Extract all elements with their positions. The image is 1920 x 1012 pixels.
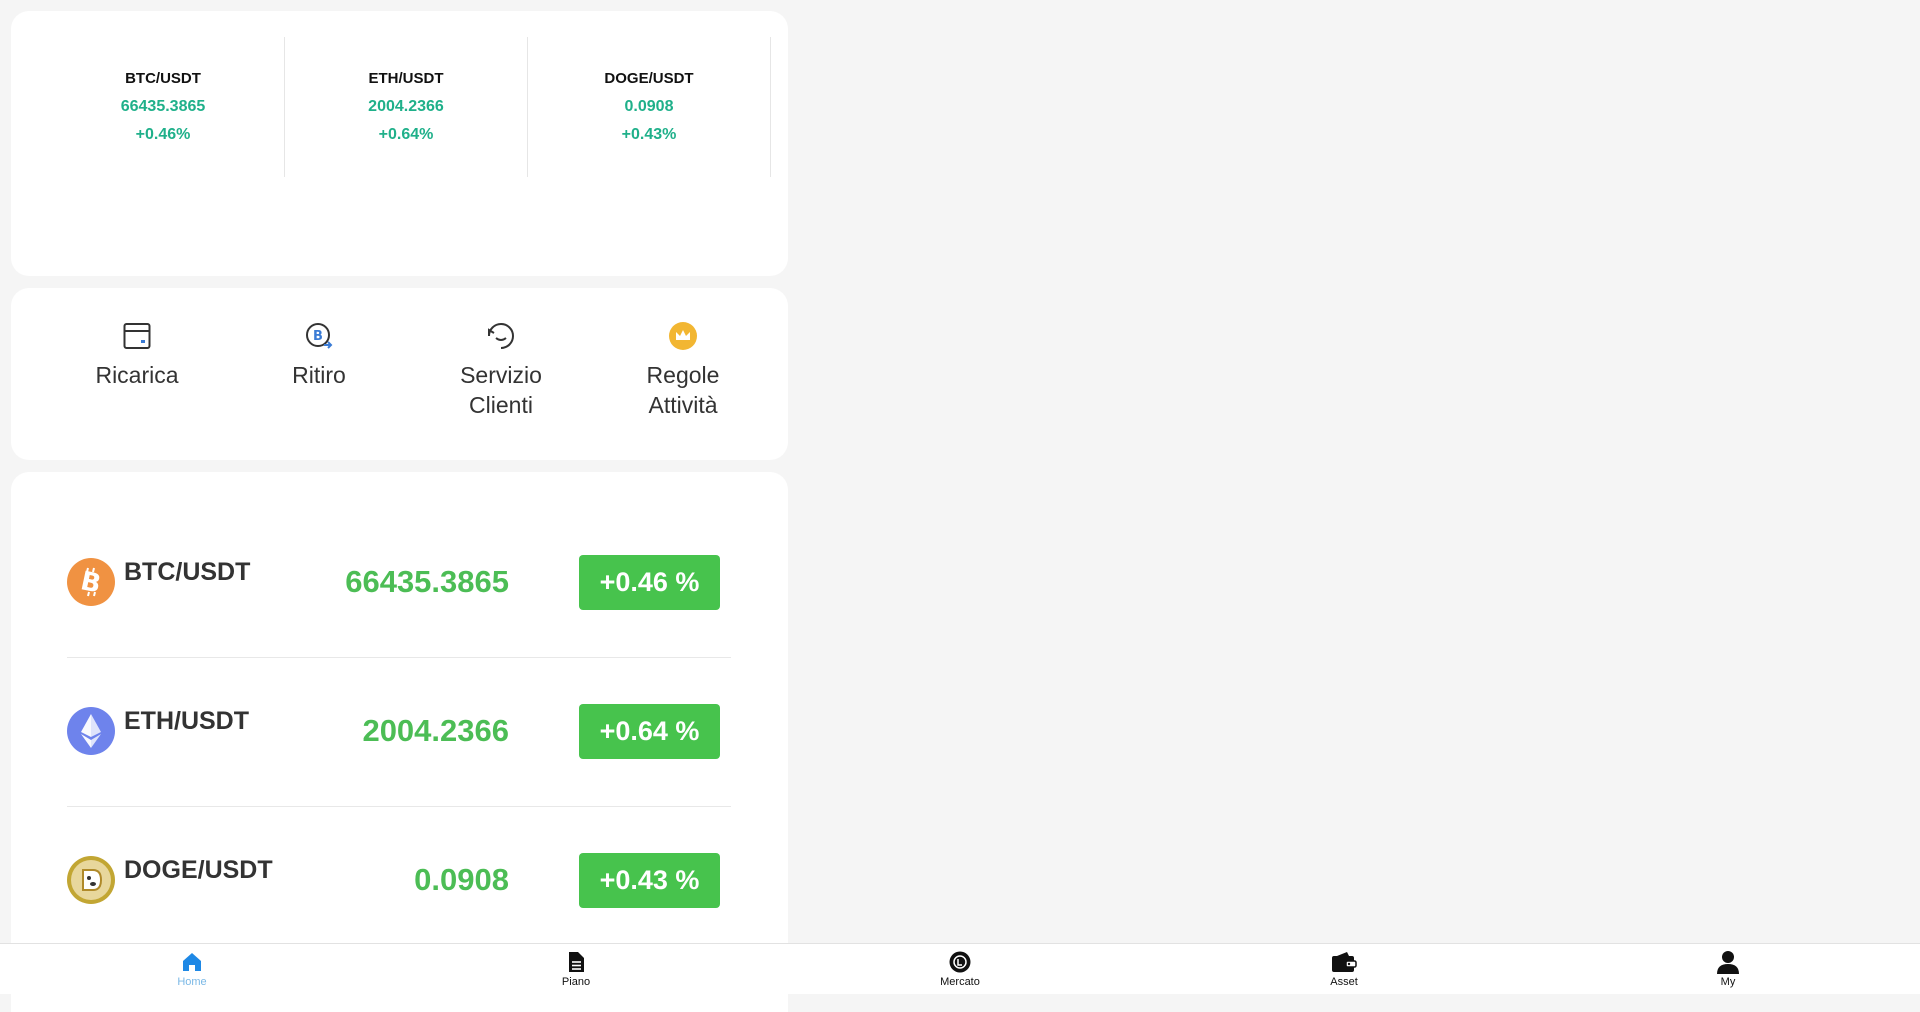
change-badge[interactable]: +0.43 % (579, 853, 720, 908)
tab-label: Asset (1330, 976, 1358, 988)
bitcoin-icon: B (67, 558, 115, 606)
market-row-eth[interactable]: ETH/USDT 2004.2366 +0.64 % (67, 657, 731, 807)
tab-my[interactable]: My (1536, 944, 1920, 994)
ticker-card: BTC/USDT 66435.3865 +0.46% ETH/USDT 2004… (11, 11, 788, 276)
action-regole-attivita[interactable]: Regole Attività (603, 318, 763, 420)
ticker-row: BTC/USDT 66435.3865 +0.46% ETH/USDT 2004… (42, 37, 771, 177)
tab-label: Piano (561, 976, 591, 988)
ticker-pair: ETH/USDT (368, 70, 444, 87)
home-icon (181, 950, 203, 974)
ticker-doge[interactable]: DOGE/USDT 0.0908 +0.43% (528, 37, 771, 177)
ticker-price: 66435.3865 (120, 98, 206, 115)
wallet-icon (1331, 950, 1357, 974)
tab-label: My (1720, 976, 1736, 988)
tab-label: Mercato (940, 976, 980, 988)
ticker-btc[interactable]: BTC/USDT 66435.3865 +0.46% (42, 37, 285, 177)
market-price: 2004.2366 (362, 713, 509, 748)
ticker-change: +0.46% (135, 126, 191, 143)
ticker-pair: DOGE/USDT (604, 70, 694, 87)
ethereum-icon (67, 707, 115, 755)
action-label: Servizio Clienti (460, 362, 542, 418)
ticker-price: 2004.2366 (368, 98, 444, 115)
bottom-tab-bar: Home Piano Mercato Asset My (0, 943, 1920, 994)
action-label: Ritiro (292, 362, 346, 388)
market-pair: BTC/USDT (124, 558, 251, 586)
tab-piano[interactable]: Piano (384, 944, 768, 994)
ticker-change: +0.43% (621, 126, 677, 143)
document-icon (565, 950, 587, 974)
change-badge[interactable]: +0.46 % (579, 555, 720, 610)
crown-icon (668, 318, 698, 354)
action-label: Ricarica (95, 362, 179, 388)
customer-service-icon (485, 318, 517, 354)
market-list-card: B BTC/USDT 66435.3865 +0.46 % ETH/USDT 2… (11, 472, 788, 1012)
svg-text:B: B (313, 329, 323, 344)
market-price: 66435.3865 (345, 564, 509, 599)
deposit-card-icon (122, 318, 152, 354)
market-pair: ETH/USDT (124, 707, 249, 735)
change-badge[interactable]: +0.64 % (579, 704, 720, 759)
action-label: Regole Attività (646, 362, 720, 418)
bitcoin-withdraw-icon: B (304, 318, 334, 354)
tab-asset[interactable]: Asset (1152, 944, 1536, 994)
tab-mercato[interactable]: Mercato (768, 944, 1152, 994)
market-price: 0.0908 (414, 862, 509, 897)
action-ritiro[interactable]: B Ritiro (239, 318, 399, 390)
tab-home[interactable]: Home (0, 944, 384, 994)
market-row-btc[interactable]: B BTC/USDT 66435.3865 +0.46 % (67, 508, 731, 658)
ticker-change: +0.64% (378, 126, 434, 143)
ticker-pair: BTC/USDT (125, 70, 201, 87)
ticker-price: 0.0908 (624, 98, 674, 115)
quick-actions-card: Ricarica B Ritiro Servizio Clienti Regol… (11, 288, 788, 460)
dogecoin-icon (67, 856, 115, 904)
action-ricarica[interactable]: Ricarica (57, 318, 217, 390)
market-icon (949, 950, 971, 974)
ticker-eth[interactable]: ETH/USDT 2004.2366 +0.64% (285, 37, 528, 177)
market-pair: DOGE/USDT (124, 856, 273, 884)
market-row-doge[interactable]: DOGE/USDT 0.0908 +0.43 % (67, 806, 731, 955)
user-icon (1716, 950, 1740, 974)
action-servizio-clienti[interactable]: Servizio Clienti (421, 318, 581, 420)
tab-label: Home (177, 976, 207, 988)
